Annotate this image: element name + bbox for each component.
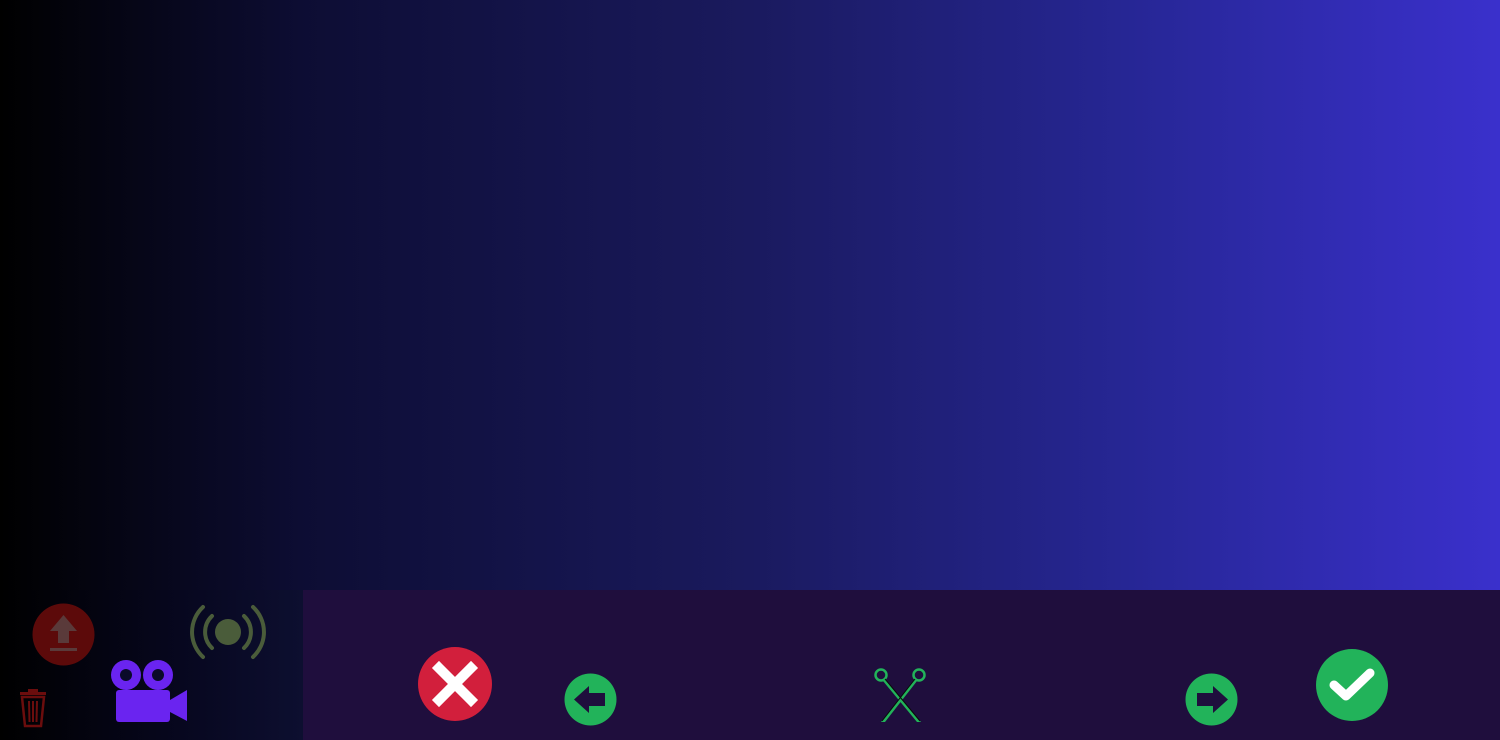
video-camera-icon[interactable]: [110, 658, 188, 724]
checkmark-icon[interactable]: [1315, 648, 1389, 722]
scissors-icon[interactable]: [873, 666, 929, 724]
trash-icon[interactable]: [18, 688, 48, 728]
arrow-left-icon[interactable]: [564, 673, 617, 726]
arrow-right-icon[interactable]: [1185, 673, 1238, 726]
cancel-x-icon[interactable]: [417, 646, 493, 722]
upload-circle-icon[interactable]: [32, 603, 95, 666]
broadcast-icon[interactable]: [190, 602, 266, 662]
